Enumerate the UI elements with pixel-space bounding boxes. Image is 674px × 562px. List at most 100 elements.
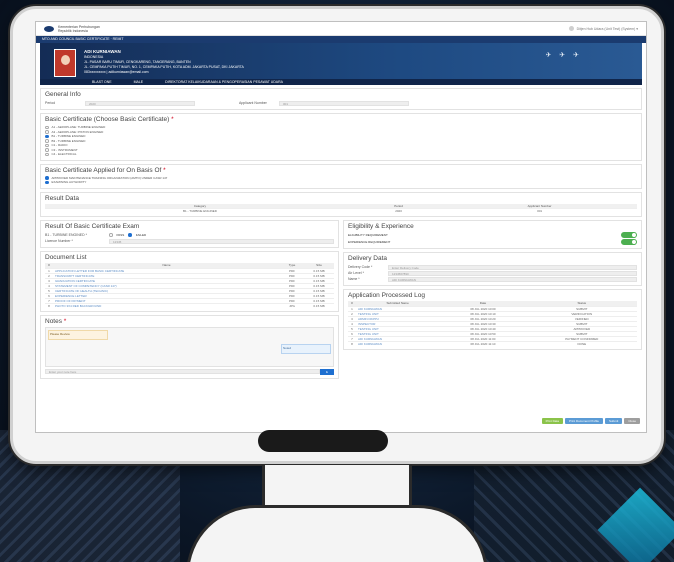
pass-label: PASS bbox=[116, 233, 125, 237]
table-cell: 0.15 MB bbox=[304, 302, 334, 308]
monitor-stand-neck bbox=[262, 465, 412, 509]
org-name: Kementerian Perhubungan Republik Indones… bbox=[58, 25, 100, 33]
org-line-1: Kementerian Perhubungan bbox=[58, 24, 100, 29]
eligibility-section: Eligibility & Experience ELIGIBILITY REQ… bbox=[343, 220, 642, 249]
profile-banner: ADI KURNIAWAN INDONESIA JL. PASAR BARU T… bbox=[40, 43, 642, 85]
required-mark: * bbox=[63, 317, 67, 325]
document-table: # Name Type Size 1 APPLICATION LETTER FOR… bbox=[45, 263, 334, 308]
table-row[interactable]: 8 ADI KURNIAWAN 08 JUL 2020 11:10 DONE bbox=[348, 340, 637, 346]
required-mark: * bbox=[163, 166, 166, 174]
name-field[interactable]: ADI KURNIAWAN bbox=[388, 276, 637, 282]
experience-toggle[interactable] bbox=[621, 239, 637, 245]
experience-label: EXPERIENCE REQUIREMENT bbox=[348, 240, 391, 244]
notes-thread: Please Review Noted bbox=[45, 326, 334, 367]
applied-basis-section: Basic Certificate Applied for On Basis O… bbox=[40, 163, 642, 189]
radio-button[interactable] bbox=[45, 176, 49, 180]
option-label: A1 - AEROPLANE: TURBINE ENGINED bbox=[51, 125, 106, 130]
note-input[interactable]: Enter your note here bbox=[45, 368, 320, 374]
profile-footer-1: BLAST ONE bbox=[92, 80, 112, 84]
radio-button[interactable] bbox=[45, 152, 49, 156]
option-label: APPROVED MAINTENANCE TRAINING ORGANIZATI… bbox=[51, 175, 168, 180]
table-cell: 001 bbox=[442, 208, 637, 213]
app-header: Kementerian Perhubungan Republik Indones… bbox=[36, 22, 646, 36]
submit-button[interactable]: Submit bbox=[604, 418, 623, 424]
period-label: Period bbox=[45, 101, 56, 105]
send-note-button[interactable]: ➤ bbox=[320, 368, 334, 375]
document-list-section: Document List # Name Type Size 1 APPLICAT… bbox=[40, 251, 339, 312]
section-title: Result Of Basic Certificate Exam bbox=[45, 223, 140, 230]
profile-photo bbox=[54, 49, 76, 77]
table-row: B1 - TURBINE ENGINED 2020 001 bbox=[45, 208, 637, 213]
print-document-profile-button[interactable]: Print Document Profile bbox=[564, 418, 603, 424]
user-menu[interactable]: Ditjen Hub Udara (Unit Test) (System) ▾ bbox=[568, 26, 638, 31]
exam-result-section: Result Of Basic Certificate Exam B1 - TU… bbox=[40, 220, 339, 248]
option-label: C4 - ELECTRICAL bbox=[51, 152, 77, 157]
section-title-text: Basic Certificate Applied for On Basis O… bbox=[45, 166, 162, 174]
table-cell: DONE bbox=[526, 340, 637, 346]
period-field[interactable]: 2020 bbox=[85, 100, 195, 106]
section-title: General Info bbox=[45, 91, 81, 98]
radio-button[interactable] bbox=[45, 134, 49, 138]
radio-button[interactable] bbox=[45, 148, 49, 152]
applicant-label: Applicant Number bbox=[239, 101, 267, 105]
screen: Kementerian Perhubungan Republik Indones… bbox=[35, 21, 647, 433]
monitor-frame: Kementerian Perhubungan Republik Indones… bbox=[10, 6, 664, 464]
section-title: Basic Certificate Applied for On Basis O… bbox=[45, 167, 637, 174]
close-button[interactable]: Close bbox=[624, 418, 640, 424]
profile-name: ADI KURNIAWAN bbox=[84, 49, 121, 54]
eligibility-toggle[interactable] bbox=[621, 232, 637, 238]
process-log-table: # Submitted Name Date Status 1 ADI KURNIA… bbox=[348, 301, 637, 346]
print-data-button[interactable]: Print Data bbox=[541, 418, 563, 424]
profile-address-1: JL. PASAR BARU TIMUR, CENGKARENG, TANGER… bbox=[84, 60, 191, 64]
name-label: Name * bbox=[348, 277, 360, 281]
radio-button[interactable] bbox=[45, 180, 49, 184]
airplanes-decoration-icon: ✈ ✈ ✈ bbox=[545, 52, 582, 59]
table-cell: 2020 bbox=[354, 208, 443, 213]
note-message: Please Review bbox=[48, 329, 108, 340]
licence-number-field[interactable]: 12345 bbox=[109, 238, 334, 244]
general-info-section: General Info Period 2020 Applicant Numbe… bbox=[40, 88, 642, 110]
table-row[interactable]: 8 PHOTO 3X4 RED BACKGROUND JPG 0.15 MB bbox=[45, 302, 334, 308]
delivery-code-field[interactable]: Enter Delivery Code bbox=[388, 264, 637, 270]
table-cell: PHOTO 3X4 RED BACKGROUND bbox=[53, 302, 280, 308]
radio-button[interactable] bbox=[45, 139, 49, 143]
note-message: Noted bbox=[281, 343, 331, 354]
air-level-field[interactable]: 1234567890 bbox=[388, 270, 637, 276]
section-title: Notes * bbox=[45, 318, 334, 325]
air-level-label: Air Level * bbox=[348, 271, 364, 275]
profile-address-2: JL. CEMPAKA PUTIH TIMUR, NO. 1, CEMPAKA … bbox=[84, 65, 244, 69]
table-cell: 08 JUL 2020 11:10 bbox=[439, 340, 527, 346]
profile-nationality: INDONESIA bbox=[84, 55, 104, 59]
profile-footer-3: DIREKTORAT KELAIKUDARAAN & PENGOPERASIAN… bbox=[165, 80, 283, 84]
option-item[interactable]: C4 - ELECTRICAL bbox=[45, 152, 637, 157]
result-data-table: Category Period Applicant Number B1 - TU… bbox=[45, 203, 637, 213]
table-cell: JPG bbox=[280, 302, 304, 308]
section-title: Eligibility & Experience bbox=[348, 223, 414, 230]
process-log-section: Application Processed Log # Submitted Na… bbox=[343, 289, 642, 350]
option-label: C3 - INSTRUMENT bbox=[51, 147, 78, 152]
pass-radio[interactable] bbox=[109, 233, 113, 237]
radio-button[interactable] bbox=[45, 130, 49, 134]
licence-number-label: Licence Number * bbox=[45, 239, 73, 243]
option-label: C1 - RADIO bbox=[51, 143, 68, 148]
applicant-field[interactable]: 001 bbox=[279, 100, 409, 106]
option-label: EXAMINING AUTHORITY bbox=[51, 180, 87, 185]
failed-radio[interactable] bbox=[128, 233, 132, 237]
action-bar: Print Data Print Document Profile Submit… bbox=[541, 418, 640, 424]
notes-section: Notes * Please Review Noted Enter your n… bbox=[40, 314, 339, 379]
option-label: A3 - AEROPLANE: PISTON ENGINED bbox=[51, 129, 104, 134]
monitor-stand-base bbox=[186, 505, 488, 562]
delivery-section: Delivery Data Delivery Code * Enter Deliv… bbox=[343, 252, 642, 286]
option-item[interactable]: EXAMINING AUTHORITY bbox=[45, 180, 637, 185]
avatar-icon bbox=[568, 26, 574, 31]
delivery-code-label: Delivery Code * bbox=[348, 265, 373, 269]
section-title: Delivery Data bbox=[348, 255, 388, 262]
radio-button[interactable] bbox=[45, 125, 49, 129]
breadcrumb: MTO AND COUNCIL BASIC CERTIFICATE · REMI… bbox=[36, 36, 646, 43]
org-line-2: Republik Indonesia bbox=[58, 28, 88, 33]
radio-button[interactable] bbox=[45, 143, 49, 147]
section-title-text: Notes bbox=[45, 317, 62, 325]
profile-footer-2: MALE bbox=[133, 80, 144, 84]
eligibility-label: ELIGIBILITY REQUIREMENT bbox=[348, 233, 388, 237]
monitor-camera-bar bbox=[258, 430, 388, 452]
